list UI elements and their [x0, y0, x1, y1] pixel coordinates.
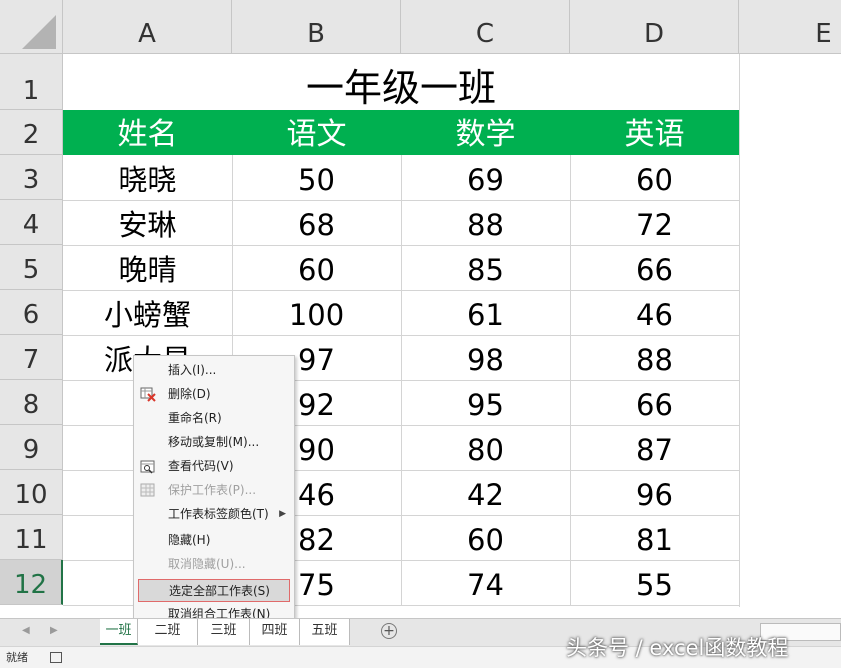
add-sheet-icon[interactable]: +: [381, 623, 397, 639]
row-header-11[interactable]: 11: [0, 515, 63, 560]
cell-score[interactable]: 96: [570, 470, 739, 515]
menu-item-label: 工作表标签颜色(T): [168, 507, 269, 521]
sheet-tab-4[interactable]: 四班: [250, 619, 300, 645]
menu-item-hide[interactable]: 隐藏(H): [134, 529, 294, 552]
gridline: [739, 54, 740, 607]
row-header-10[interactable]: 10: [0, 470, 63, 515]
menu-item-label: 移动或复制(M)...: [168, 435, 260, 449]
status-text: 就绪: [6, 651, 28, 664]
cell-score[interactable]: 87: [570, 425, 739, 470]
menu-item-label: 取消隐藏(U)...: [168, 557, 246, 571]
row-header-5[interactable]: 5: [0, 245, 63, 290]
cell-score[interactable]: 98: [401, 335, 570, 380]
menu-item-select-all-sheets[interactable]: 选定全部工作表(S): [138, 579, 290, 602]
menu-item-label: 保护工作表(P)...: [168, 483, 257, 497]
protect-sheet-icon: [140, 483, 156, 498]
row-header-2[interactable]: 2: [0, 110, 63, 155]
macro-record-icon[interactable]: [50, 652, 62, 663]
cell-score[interactable]: 88: [570, 335, 739, 380]
header-cell-english[interactable]: 英语: [570, 110, 739, 155]
sheet-tab-3[interactable]: 三班: [198, 619, 250, 645]
sheet-tab-1[interactable]: 一班: [100, 619, 138, 645]
menu-item-label: 插入(I)...: [168, 363, 217, 377]
cell-score[interactable]: 95: [401, 380, 570, 425]
cell-score[interactable]: 50: [232, 155, 401, 200]
menu-item-move-copy[interactable]: 移动或复制(M)...: [134, 431, 294, 454]
sheet-tab-5[interactable]: 五班: [300, 619, 350, 645]
sheet-tab-context-menu: 插入(I)... 删除(D) 重命名(R) 移动或复制(M)... 查看代码(V…: [133, 355, 295, 625]
scroll-tabs-right-icon[interactable]: ▶: [50, 625, 58, 636]
cell-score[interactable]: 72: [570, 200, 739, 245]
menu-item-unhide[interactable]: 取消隐藏(U)...: [134, 553, 294, 576]
row-header-7[interactable]: 7: [0, 335, 63, 380]
header-cell-math[interactable]: 数学: [401, 110, 570, 155]
cell-score[interactable]: 60: [570, 155, 739, 200]
delete-sheet-icon: [140, 387, 156, 402]
row-header-6[interactable]: 6: [0, 290, 63, 335]
cell-score[interactable]: 81: [570, 515, 739, 560]
view-code-icon: [140, 459, 156, 474]
cell-score[interactable]: 74: [401, 560, 570, 605]
menu-item-delete[interactable]: 删除(D): [134, 383, 294, 406]
column-header-b[interactable]: B: [232, 0, 401, 54]
cell-name[interactable]: 小螃蟹: [63, 290, 232, 335]
cell-score[interactable]: 69: [401, 155, 570, 200]
cell-score[interactable]: 100: [232, 290, 401, 335]
cell-score[interactable]: 85: [401, 245, 570, 290]
menu-item-label: 查看代码(V): [168, 459, 234, 473]
cell-name[interactable]: 晚晴: [63, 245, 232, 290]
cell-score[interactable]: 80: [401, 425, 570, 470]
cell-score[interactable]: 46: [570, 290, 739, 335]
cell-score[interactable]: 60: [232, 245, 401, 290]
menu-item-label: 选定全部工作表(S): [169, 584, 270, 598]
menu-item-tab-color[interactable]: 工作表标签颜色(T) ▶: [134, 503, 294, 526]
menu-item-view-code[interactable]: 查看代码(V): [134, 455, 294, 478]
column-header-a[interactable]: A: [63, 0, 232, 54]
cell-score[interactable]: 55: [570, 560, 739, 605]
cell-score[interactable]: 66: [570, 245, 739, 290]
select-all-button[interactable]: [0, 0, 63, 54]
row-header-8[interactable]: 8: [0, 380, 63, 425]
menu-item-label: 删除(D): [168, 387, 211, 401]
column-header-d[interactable]: D: [570, 0, 739, 54]
column-header-e[interactable]: E: [739, 0, 841, 54]
cell-name[interactable]: 晓晓: [63, 155, 232, 200]
menu-item-rename[interactable]: 重命名(R): [134, 407, 294, 430]
cell-score[interactable]: 88: [401, 200, 570, 245]
header-cell-chinese[interactable]: 语文: [232, 110, 401, 155]
cell-score[interactable]: 42: [401, 470, 570, 515]
cell-score[interactable]: 61: [401, 290, 570, 335]
row-header-9[interactable]: 9: [0, 425, 63, 470]
menu-item-label: 重命名(R): [168, 411, 222, 425]
sheet-tab-2[interactable]: 二班: [138, 619, 198, 645]
column-header-c[interactable]: C: [401, 0, 570, 54]
row-header-1[interactable]: 1: [0, 54, 63, 110]
cell-name[interactable]: 安琳: [63, 200, 232, 245]
column-header-bar: A B C D E: [0, 0, 841, 54]
cell-score[interactable]: 66: [570, 380, 739, 425]
row-header-4[interactable]: 4: [0, 200, 63, 245]
menu-item-label: 隐藏(H): [168, 533, 211, 547]
watermark: 头条号 / excel函数教程: [566, 636, 789, 660]
row-header-12[interactable]: 12: [0, 560, 63, 605]
menu-item-protect-sheet[interactable]: 保护工作表(P)...: [134, 479, 294, 502]
submenu-arrow-icon: ▶: [279, 509, 286, 519]
cell-score[interactable]: 60: [401, 515, 570, 560]
header-cell-name[interactable]: 姓名: [63, 110, 232, 155]
menu-item-insert[interactable]: 插入(I)...: [134, 359, 294, 382]
sheet-title-cell[interactable]: 一年级一班: [63, 54, 739, 110]
cell-score[interactable]: 68: [232, 200, 401, 245]
row-header-3[interactable]: 3: [0, 155, 63, 200]
scroll-tabs-left-icon[interactable]: ◀: [22, 625, 30, 636]
